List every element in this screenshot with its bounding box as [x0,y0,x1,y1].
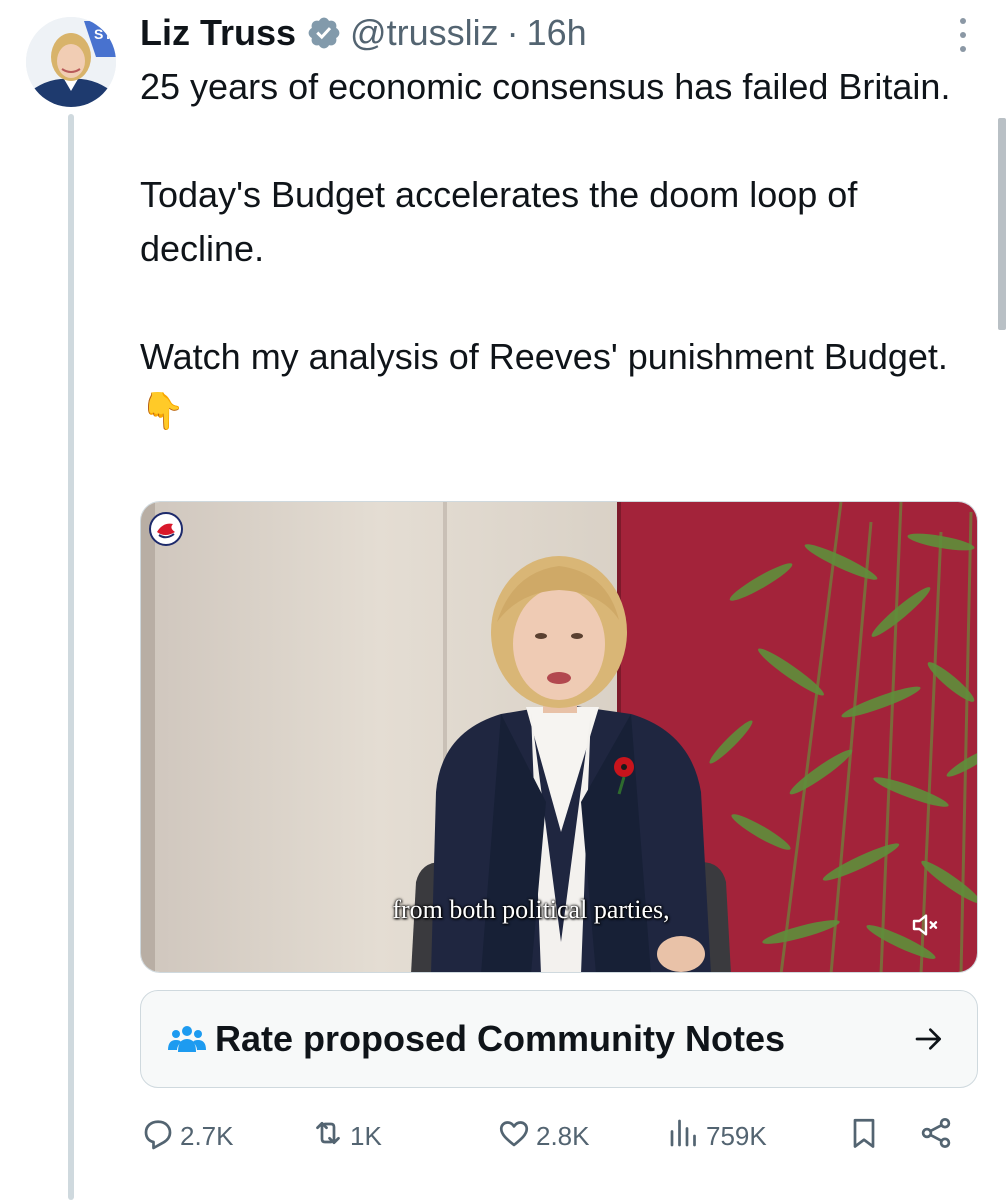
tweet-body: 25 years of economic consensus has faile… [140,60,980,438]
like-button[interactable]: 2.8K [496,1110,590,1162]
verified-badge-icon[interactable] [306,15,342,51]
author-name[interactable]: Liz Truss [140,12,296,54]
thread-connector-line [68,114,74,1200]
tweet-paragraph: Today's Budget accelerates the doom loop… [140,174,858,269]
bookmark-button[interactable] [846,1110,882,1162]
tweet-action-bar: 2.7K 1K 2.8K 759K [140,1110,970,1162]
repost-count: 1K [350,1120,382,1151]
reply-button[interactable]: 2.7K [140,1110,234,1162]
video-player[interactable]: from both political parties, [140,501,978,973]
repost-button[interactable]: 1K [310,1110,382,1162]
tweet-paragraph: Watch my analysis of Reeves' punishment … [140,336,948,431]
heart-icon [496,1115,532,1158]
reply-icon [140,1115,176,1158]
people-icon [167,1022,207,1056]
channel-logo-icon [149,512,183,546]
more-options-icon[interactable] [956,18,970,52]
views-button[interactable]: 759K [666,1110,767,1162]
scrollbar-thumb[interactable] [998,118,1006,330]
author-avatar[interactable]: SY [26,17,116,107]
speaker-muted-icon[interactable] [907,906,945,944]
video-caption: from both political parties, [392,895,670,924]
community-notes-card[interactable]: Rate proposed Community Notes [140,990,978,1088]
header-separator: · [506,12,519,53]
share-icon [918,1115,954,1158]
views-chart-icon [666,1115,702,1158]
reply-count: 2.7K [180,1120,234,1151]
community-notes-label: Rate proposed Community Notes [215,1018,786,1059]
tweet-header: Liz Truss @trussliz · 16h [140,12,587,54]
like-count: 2.8K [536,1120,590,1151]
arrow-right-icon[interactable] [913,1023,945,1055]
tweet-timestamp[interactable]: 16h [527,12,587,54]
view-count: 759K [706,1120,767,1151]
svg-text:SY: SY [94,26,113,42]
tweet-paragraph: 25 years of economic consensus has faile… [140,66,951,107]
author-handle[interactable]: @trussliz [350,12,499,54]
bookmark-icon [846,1115,882,1158]
repost-icon [310,1115,346,1158]
share-button[interactable] [918,1110,954,1162]
